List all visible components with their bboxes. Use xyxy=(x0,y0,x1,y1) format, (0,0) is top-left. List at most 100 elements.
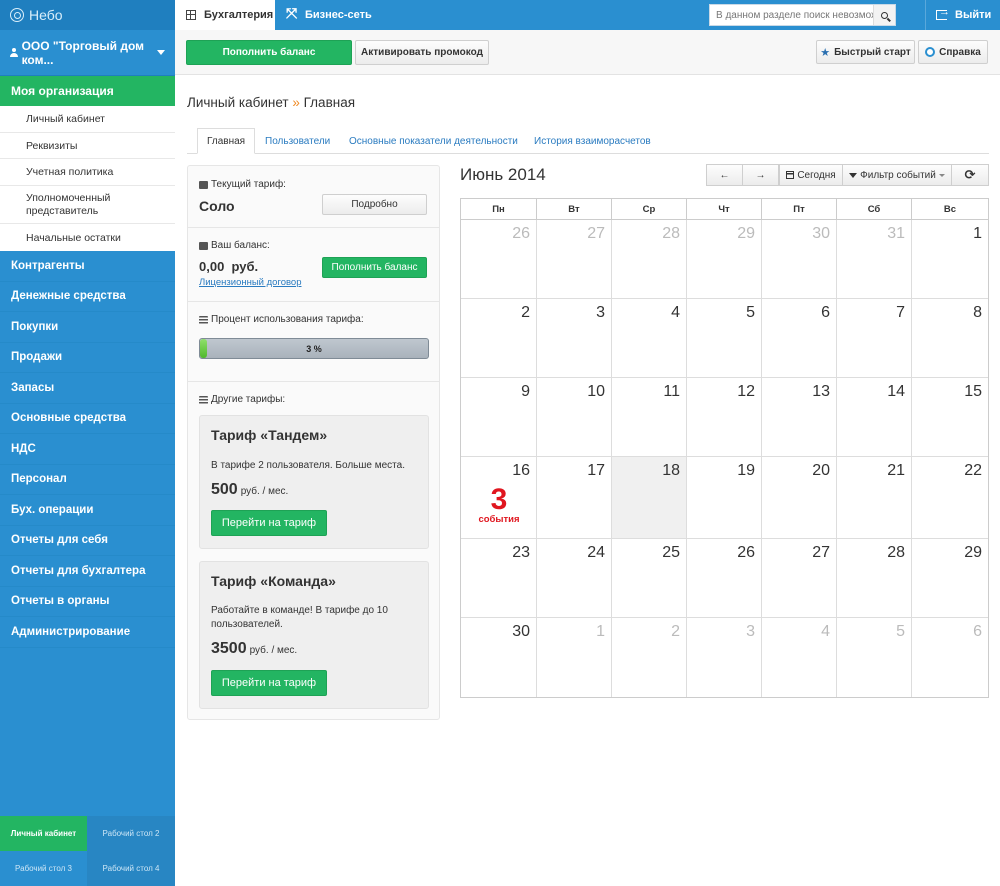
tab-key-indicators[interactable]: Основные показатели деятельности xyxy=(349,128,518,154)
calendar-day-cell[interactable]: 25 xyxy=(612,539,687,618)
calendar-day-cell[interactable]: 7 xyxy=(837,299,912,378)
calendar-day-cell[interactable]: 30 xyxy=(762,220,837,299)
quick-start-button[interactable]: ★ Быстрый старт xyxy=(816,40,915,64)
calendar-day-cell[interactable]: 8 xyxy=(912,299,988,378)
calendar-day-cell[interactable]: 5 xyxy=(687,299,762,378)
sidebar-item-vat[interactable]: НДС xyxy=(0,434,175,465)
calendar-next-button[interactable]: → xyxy=(742,164,779,186)
calendar-day-cell[interactable]: 12 xyxy=(687,378,762,457)
sidebar-item-purchases[interactable]: Покупки xyxy=(0,312,175,343)
help-button[interactable]: Справка xyxy=(918,40,988,64)
tile-desktop-4[interactable]: Рабочий стол 4 xyxy=(87,851,175,886)
sidebar-item-accounting-operations[interactable]: Бух. операции xyxy=(0,495,175,526)
calendar-day-cell[interactable]: 27 xyxy=(762,539,837,618)
switch-plan-button[interactable]: Перейти на тариф xyxy=(211,510,327,536)
calendar-day-cell[interactable]: 30 xyxy=(461,618,537,697)
panel-top-up-button[interactable]: Пополнить баланс xyxy=(322,257,427,278)
calendar-day-cell[interactable]: 28 xyxy=(612,220,687,299)
subitem-opening-balances[interactable]: Начальные остатки xyxy=(0,224,175,251)
sidebar-item-my-organization[interactable]: Моя организация xyxy=(0,76,175,106)
tab-main[interactable]: Главная xyxy=(197,128,256,154)
refresh-icon: ⟳ xyxy=(964,167,976,182)
calendar-day-cell[interactable]: 15 xyxy=(912,378,988,457)
calendar-icon xyxy=(786,171,795,179)
calendar-day-cell[interactable]: 18 xyxy=(612,457,687,539)
tariff-details-button[interactable]: Подробно xyxy=(322,194,427,215)
sidebar-item-personnel[interactable]: Персонал xyxy=(0,465,175,495)
event-count[interactable]: 3 xyxy=(461,483,537,517)
calendar-day-cell[interactable]: 2 xyxy=(461,299,537,378)
search-button[interactable] xyxy=(873,5,895,25)
event-filter-button[interactable]: Фильтр событий xyxy=(842,164,952,186)
calendar-day-cell[interactable]: 3 xyxy=(537,299,612,378)
tile-personal-cabinet[interactable]: Личный кабинет xyxy=(0,816,87,851)
activate-promo-button[interactable]: Активировать промокод xyxy=(355,40,489,65)
event-count-label[interactable]: события xyxy=(461,514,537,525)
calendar-day-cell[interactable]: 6 xyxy=(912,618,988,697)
sidebar-item-sales[interactable]: Продажи xyxy=(0,343,175,373)
calendar-day-cell[interactable]: 20 xyxy=(762,457,837,539)
help-label: Справка xyxy=(939,46,981,58)
calendar-day-cell[interactable]: 13 xyxy=(762,378,837,457)
calendar-day-cell[interactable]: 21 xyxy=(837,457,912,539)
tab-accounting[interactable]: Бухгалтерия xyxy=(175,0,275,30)
tile-desktop-3[interactable]: Рабочий стол 3 xyxy=(0,851,87,886)
logout-button[interactable]: Выйти xyxy=(925,0,1000,30)
calendar-day-cell[interactable]: 4 xyxy=(612,299,687,378)
calendar-day-cell[interactable]: 1 xyxy=(912,220,988,299)
calendar-day-cell[interactable]: 26 xyxy=(461,220,537,299)
subitem-personal-cabinet[interactable]: Личный кабинет xyxy=(0,106,175,133)
day-number: 24 xyxy=(587,544,605,561)
calendar-day-cell[interactable]: 26 xyxy=(687,539,762,618)
calendar-day-cell[interactable]: 6 xyxy=(762,299,837,378)
subitem-requisites[interactable]: Реквизиты xyxy=(0,133,175,159)
subitem-accounting-policy[interactable]: Учетная политика xyxy=(0,159,175,186)
search-input[interactable] xyxy=(710,5,873,25)
sidebar-item-administration[interactable]: Администрирование xyxy=(0,617,175,648)
app-logo[interactable]: Небо xyxy=(0,0,175,30)
logo-icon xyxy=(10,8,24,22)
calendar-today-button[interactable]: Сегодня xyxy=(779,164,843,186)
tab-business-network[interactable]: Бизнес-сеть xyxy=(275,0,372,30)
calendar-day-cell[interactable]: 3 xyxy=(687,618,762,697)
calendar-day-cell[interactable]: 4 xyxy=(762,618,837,697)
calendar-day-cell[interactable]: 24 xyxy=(537,539,612,618)
sidebar-item-cash[interactable]: Денежные средства xyxy=(0,282,175,312)
refresh-button[interactable]: ⟳ xyxy=(951,164,989,186)
calendar-day-cell[interactable]: 14 xyxy=(837,378,912,457)
breadcrumb-parent[interactable]: Личный кабинет xyxy=(187,95,289,110)
sidebar-item-reports-authorities[interactable]: Отчеты в органы xyxy=(0,587,175,617)
day-number: 21 xyxy=(887,462,905,479)
calendar-day-cell[interactable]: 29 xyxy=(687,220,762,299)
calendar-day-cell[interactable]: 23 xyxy=(461,539,537,618)
calendar-day-cell[interactable]: 2 xyxy=(612,618,687,697)
top-up-balance-button[interactable]: Пополнить баланс xyxy=(186,40,352,65)
calendar-day-cell[interactable]: 22 xyxy=(912,457,988,539)
sidebar-item-contractors[interactable]: Контрагенты xyxy=(0,251,175,282)
calendar-day-cell[interactable]: 28 xyxy=(837,539,912,618)
calendar-day-cell[interactable]: 11 xyxy=(612,378,687,457)
calendar-day-cell[interactable]: 10 xyxy=(537,378,612,457)
calendar-day-cell[interactable]: 27 xyxy=(537,220,612,299)
license-agreement-link[interactable]: Лицензионный договор xyxy=(199,277,302,288)
calendar-day-cell[interactable]: 5 xyxy=(837,618,912,697)
calendar-day-cell[interactable]: 19 xyxy=(687,457,762,539)
sidebar-item-fixed-assets[interactable]: Основные средства xyxy=(0,404,175,434)
tab-settlement-history[interactable]: История взаиморасчетов xyxy=(534,128,651,154)
sidebar-item-reports-self[interactable]: Отчеты для себя xyxy=(0,526,175,556)
tab-users[interactable]: Пользователи xyxy=(265,128,330,154)
calendar-day-cell[interactable]: 29 xyxy=(912,539,988,618)
sidebar-item-inventory[interactable]: Запасы xyxy=(0,373,175,404)
sidebar-item-reports-accountant[interactable]: Отчеты для бухгалтера xyxy=(0,556,175,587)
tile-desktop-2[interactable]: Рабочий стол 2 xyxy=(87,816,175,851)
org-selector[interactable]: ООО "Торговый дом ком... xyxy=(0,30,175,76)
calendar-day-cell[interactable]: 16 3 события xyxy=(461,457,537,539)
switch-plan-button[interactable]: Перейти на тариф xyxy=(211,670,327,696)
calendar-prev-button[interactable]: ← xyxy=(706,164,743,186)
subitem-representative[interactable]: Уполномоченный представитель xyxy=(0,186,175,224)
calendar-day-cell[interactable]: 31 xyxy=(837,220,912,299)
calendar-day-cell[interactable]: 9 xyxy=(461,378,537,457)
calendar-day-cell[interactable]: 1 xyxy=(537,618,612,697)
calendar-day-cell[interactable]: 17 xyxy=(537,457,612,539)
sidebar-item-label: Отчеты в органы xyxy=(11,595,110,608)
